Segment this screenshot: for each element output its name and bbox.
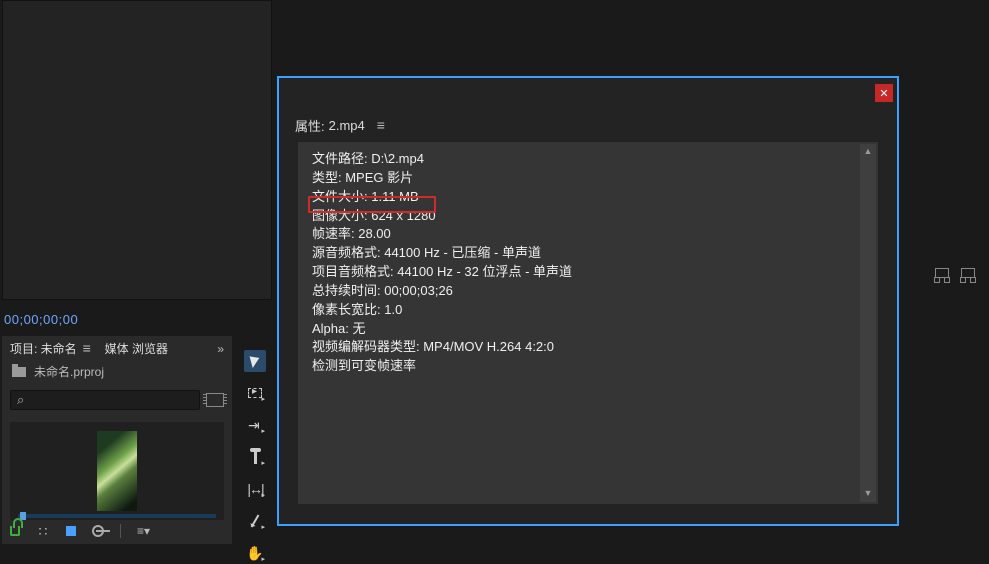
project-filename: 未命名.prproj	[34, 363, 104, 380]
sort-icon[interactable]: ≡▾	[137, 524, 150, 538]
icon-view-icon[interactable]	[66, 526, 76, 536]
source-monitor-panel	[2, 0, 272, 300]
timeline-wrench-icon[interactable]	[961, 268, 975, 278]
track-select-tool[interactable]: ▸	[244, 382, 266, 404]
toolbar-divider	[120, 524, 121, 538]
prop-par: 像素长宽比: 1.0	[312, 301, 864, 320]
prop-codec: 视频编解码器类型: MP4/MOV H.264 4:2:0	[312, 338, 864, 357]
freeform-view-icon[interactable]	[92, 525, 104, 537]
properties-scrollbar[interactable]: ▲ ▼	[860, 144, 876, 502]
search-row: ⌕	[2, 386, 232, 414]
clip-thumbnail-area[interactable]	[10, 422, 224, 520]
close-button[interactable]: ✕	[875, 84, 893, 102]
search-input[interactable]: ⌕	[10, 390, 200, 410]
project-file-row: 未命名.prproj	[2, 361, 232, 386]
prop-duration: 总持续时间: 00;00;03;26	[312, 282, 864, 301]
dialog-titlebar: ✕	[875, 84, 893, 102]
slip-tool[interactable]: |↔|▸	[244, 478, 266, 500]
project-bottom-toolbar: ∷ ≡▾	[10, 524, 150, 538]
tabs-overflow-icon[interactable]: »	[217, 342, 224, 356]
prop-file-path: 文件路径: D:\2.mp4	[312, 150, 864, 169]
lock-icon[interactable]	[10, 526, 20, 536]
timecode-display: 00;00;00;00	[4, 312, 78, 327]
project-panel: 项目: 未命名 媒体 浏览器 » 未命名.prproj ⌕ ∷ ≡▾	[2, 336, 232, 544]
selection-tool[interactable]	[244, 350, 266, 372]
prop-src-audio: 源音频格式: 44100 Hz - 已压缩 - 单声道	[312, 244, 864, 263]
prop-image-size: 图像大小: 624 x 1280	[312, 207, 864, 226]
media-browser-tab[interactable]: 媒体 浏览器	[105, 340, 168, 357]
clip-thumbnail	[97, 431, 137, 511]
properties-body: 文件路径: D:\2.mp4 类型: MPEG 影片 文件大小: 1.11 MB…	[297, 141, 879, 505]
properties-header-prefix: 属性:	[295, 116, 325, 135]
prop-file-size: 文件大小: 1.11 MB	[312, 188, 864, 207]
prop-frame-rate: 帧速率: 28.00	[312, 225, 864, 244]
pen-tool[interactable]: ▸	[244, 510, 266, 532]
scroll-up-icon[interactable]: ▲	[860, 144, 876, 160]
properties-header-file: 2.mp4	[329, 118, 365, 133]
ripple-edit-tool[interactable]: ▸	[244, 414, 266, 436]
folder-icon	[12, 367, 26, 377]
properties-header: 属性: 2.mp4	[295, 116, 887, 135]
project-panel-tabs: 项目: 未命名 媒体 浏览器 »	[2, 336, 232, 361]
prop-type: 类型: MPEG 影片	[312, 169, 864, 188]
close-icon: ✕	[879, 87, 888, 100]
razor-tool[interactable]: ▸	[244, 446, 266, 468]
tools-panel: ▸ ▸ ▸ |↔|▸ ▸ ✋▸	[240, 344, 270, 564]
clip-scrub-bar[interactable]	[18, 514, 216, 518]
project-tab[interactable]: 项目: 未命名	[10, 340, 95, 357]
scroll-down-icon[interactable]: ▼	[860, 486, 876, 502]
prop-alpha: Alpha: 无	[312, 320, 864, 339]
prop-proj-audio: 项目音频格式: 44100 Hz - 32 位浮点 - 单声道	[312, 263, 864, 282]
list-view-icon[interactable]: ∷	[36, 524, 50, 538]
panel-menu-icon[interactable]	[83, 347, 95, 351]
timeline-settings-icon[interactable]	[935, 268, 949, 278]
properties-menu-icon[interactable]	[377, 124, 389, 127]
timeline-right-icons	[935, 268, 975, 278]
new-bin-icon[interactable]	[206, 393, 224, 407]
hand-tool[interactable]: ✋▸	[244, 542, 266, 564]
project-tab-label: 项目: 未命名	[10, 340, 77, 357]
properties-dialog: ✕ 属性: 2.mp4 文件路径: D:\2.mp4 类型: MPEG 影片 文…	[277, 76, 899, 526]
prop-vfr: 检测到可变帧速率	[312, 357, 864, 376]
